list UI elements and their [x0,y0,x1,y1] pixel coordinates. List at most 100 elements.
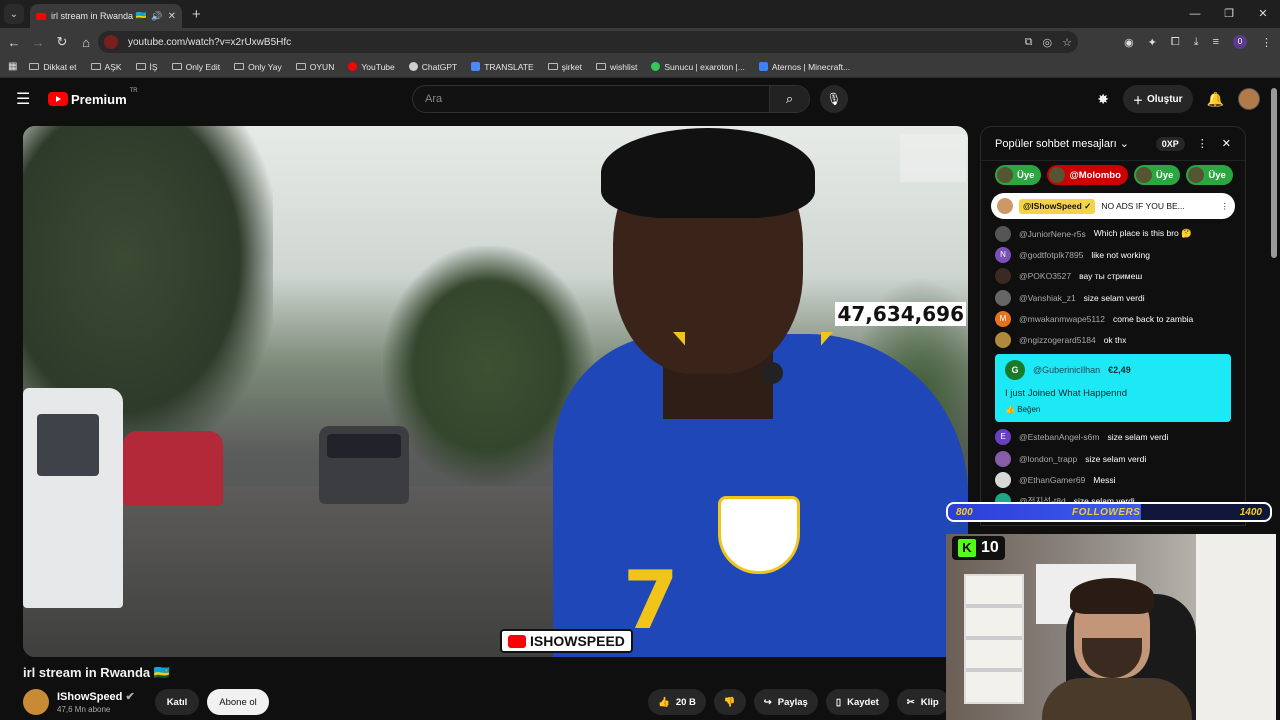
avatar: E [995,429,1011,446]
bookmark-youtube[interactable]: YouTube [348,62,395,72]
channel-avatar[interactable] [23,689,49,715]
chat-message[interactable]: @POKO3527 вау ты стримеш [981,266,1245,287]
hide-icon[interactable]: ◎ [1043,36,1053,49]
save-button[interactable]: ▯ Kaydet [825,689,889,715]
exaroton-icon [651,62,661,71]
bookmark-translate[interactable]: TRANSLATE [471,62,534,72]
menu-hamburger-icon[interactable]: ☰ [16,89,32,109]
chat-author[interactable]: @ngizzogerard5184 [1019,335,1096,345]
close-tab-icon[interactable]: ✕ [168,11,176,22]
share-button[interactable]: ↪ Paylaş [753,689,818,715]
folder-icon [547,63,558,70]
xp-badge[interactable]: 0XP [1155,136,1185,151]
search-button[interactable]: ⌕ [769,86,809,112]
reload-icon[interactable]: ↻ [50,34,74,50]
chat-more-icon[interactable]: ⋮ [1197,137,1208,150]
browser-tab-bar: ⌄ irl stream in Rwanda 🇷🇼 - Y 🔊 ✕ + — ❐ … [0,0,1280,28]
chat-author[interactable]: @POKO3527 [1019,271,1071,281]
chat-message[interactable]: @Vanshiak_z1 size selam verdi [981,287,1245,308]
apps-grid-icon[interactable]: ▦ [8,61,17,72]
chat-message[interactable]: @EthanGamer69 Messi [981,469,1245,490]
new-tab-button[interactable]: + [192,6,201,23]
chat-message[interactable]: N @godtfotplk7895 like not working [981,244,1245,265]
folder-icon [29,63,40,70]
reading-list-icon[interactable]: ≡ [1213,36,1219,48]
tab-search-button[interactable]: ⌄ [4,4,24,24]
chat-message[interactable]: @ngizzogerard5184 ok thx [981,329,1245,350]
voice-search-icon[interactable]: 🎙 [820,85,848,113]
chat-author[interactable]: @godtfotplk7895 [1019,250,1083,260]
forward-icon[interactable]: → [26,35,50,50]
page-scrollbar[interactable] [1271,88,1277,258]
bookmark-ask[interactable]: AŞK [90,62,122,72]
bookmark-aternos[interactable]: Aternos | Minecraft... [758,62,850,72]
install-app-icon[interactable]: ⧉ [1025,36,1033,49]
bookmark-star-icon[interactable]: ☆ [1062,36,1072,49]
clip-button[interactable]: ✂ Klip [896,689,949,715]
extension-icon-2[interactable]: ✦ [1148,36,1157,49]
browser-tab[interactable]: irl stream in Rwanda 🇷🇼 - Y 🔊 ✕ [30,4,182,28]
superchat-like-button[interactable]: 👍 Beğen [1005,405,1221,414]
search-input[interactable]: Ara [425,93,769,105]
create-button[interactable]: ＋ Oluştur [1123,85,1193,113]
folder-icon [295,63,306,70]
chat-author[interactable]: @mwakanmwape5112 [1019,314,1105,324]
notifications-bell-icon[interactable]: 🔔 [1207,91,1224,108]
chat-message[interactable]: E @EstebanAngel-s6m size selam verdi [981,427,1245,448]
maximize-button[interactable]: ❐ [1212,0,1246,28]
bookmark-only-yay[interactable]: Only Yay [234,62,282,72]
ticker-item[interactable]: Üye [1133,165,1181,185]
create-label: Oluştur [1147,93,1183,105]
pinned-message[interactable]: @IShowSpeed ✓ NO ADS IF YOU BE... ⋮ [991,193,1235,219]
close-window-button[interactable]: ✕ [1246,0,1280,28]
chat-author[interactable]: @Vanshiak_z1 [1019,293,1076,303]
ticker-item[interactable]: Üye [1186,165,1233,185]
audio-icon[interactable]: 🔊 [151,11,162,22]
search-box[interactable]: Ara ⌕ [412,85,810,113]
chat-message[interactable]: @JuniorNene-r5s Which place is this bro 🤔 [981,223,1245,244]
video-player[interactable]: 7 47,634,696 ISHOWSPEED [23,126,968,657]
premium-badge-icon[interactable]: ✸ [1097,91,1109,108]
pinned-more-icon[interactable]: ⋮ [1221,201,1230,212]
bookmark-exaroton[interactable]: Sunucu | exaroton |... [651,62,745,72]
chat-author[interactable]: @EthanGamer69 [1019,475,1085,485]
url-text[interactable]: youtube.com/watch?v=x2rUxwB5Hfc [128,37,291,48]
home-icon[interactable]: ⌂ [74,35,98,50]
site-info-icon[interactable] [104,35,118,49]
address-bar[interactable]: youtube.com/watch?v=x2rUxwB5Hfc ⧉ ◎ ☆ [98,31,1078,53]
bookmark-wishlist[interactable]: wishlist [595,62,637,72]
bookmark-chatgpt[interactable]: ChatGPT [408,62,457,72]
chat-message[interactable]: M @mwakanmwape5112 come back to zambia [981,308,1245,329]
subscribe-button[interactable]: Abone ol [207,689,269,715]
account-avatar[interactable] [1238,88,1260,110]
ticker-item[interactable]: @Molombo [1047,165,1128,185]
translate-icon [471,62,481,71]
extension-icon[interactable]: ◉ [1124,36,1134,49]
super-chat-message[interactable]: G @GuberinicIlhan €2,49 I just Joined Wh… [995,353,1231,422]
chat-mode-dropdown[interactable]: Popüler sohbet mesajları ⌄ [995,137,1156,150]
chat-author[interactable]: @JuniorNene-r5s [1019,229,1086,239]
close-chat-icon[interactable]: ✕ [1222,137,1231,150]
chat-author[interactable]: @london_trapp [1019,454,1077,464]
channel-name[interactable]: IShowSpeed ✔ [57,690,135,703]
dislike-button[interactable]: 👎 [713,689,746,715]
bookmark-only-edit[interactable]: Only Edit [171,62,220,72]
browser-menu-icon[interactable]: ⋮ [1261,36,1272,49]
bookmark-sirket[interactable]: şirket [547,62,582,72]
bookmark-oyun[interactable]: OYUN [295,62,334,72]
chat-message[interactable]: @london_trapp size selam verdi [981,448,1245,469]
profile-avatar[interactable]: 0 [1233,35,1247,49]
chat-author[interactable]: @EstebanAngel-s6m [1019,432,1099,442]
extensions-puzzle-icon[interactable]: ⧠ [1171,36,1180,49]
download-icon[interactable]: ⤓ [1194,36,1199,49]
minimize-button[interactable]: — [1178,0,1212,28]
join-button[interactable]: Katıl [154,689,200,715]
bookmark-is[interactable]: İŞ [135,62,158,72]
back-icon[interactable]: ← [2,35,26,50]
bookmark-dikkat-et[interactable]: Dikkat et [29,62,77,72]
like-count: 20 B [675,696,696,708]
like-button[interactable]: 👍 20 B [648,689,706,715]
chat-text: size selam verdi [1085,453,1147,464]
ticker-item[interactable]: Üye [995,165,1042,185]
youtube-premium-logo[interactable]: Premium TR [48,88,138,107]
